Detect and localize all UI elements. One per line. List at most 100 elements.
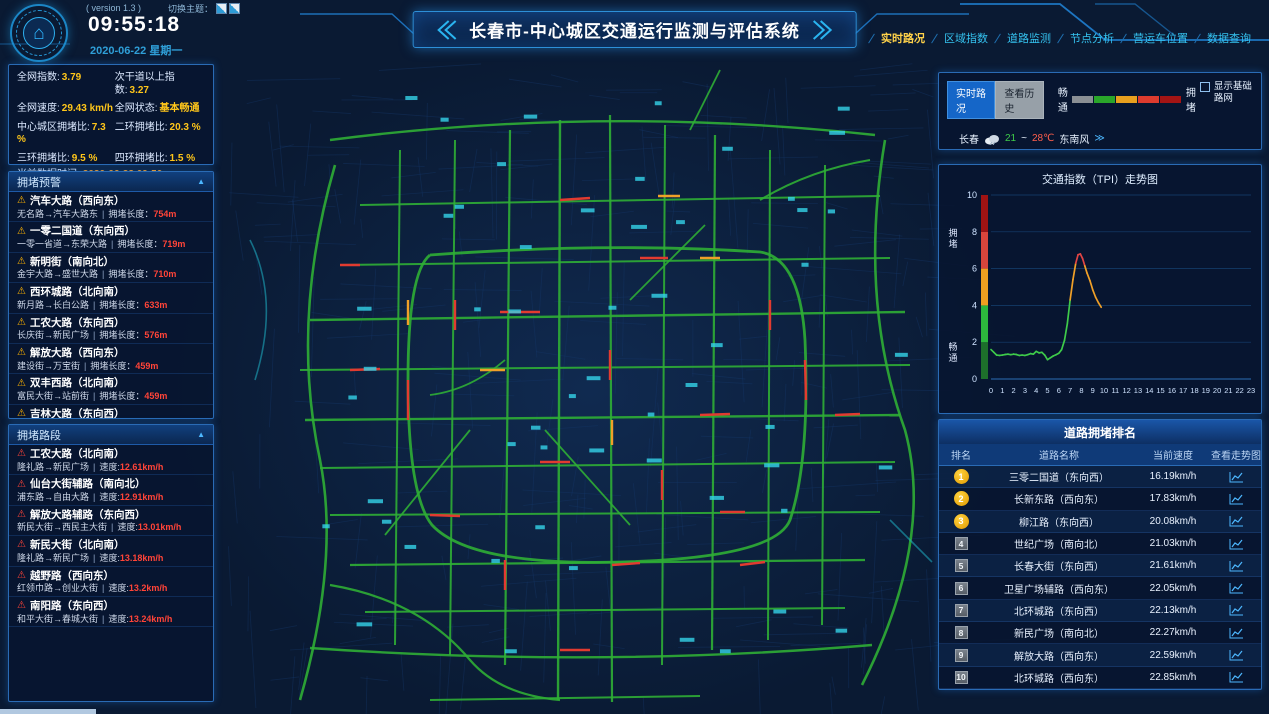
road-name: 解放大路（西向东） [983, 648, 1135, 663]
svg-text:21: 21 [1224, 386, 1232, 395]
separator: | [93, 391, 95, 401]
table-row: 3柳江路（东向西）20.08km/h [939, 511, 1261, 533]
banner-right-chevrons-icon [812, 18, 836, 42]
separator: | [102, 269, 104, 279]
legend-swatch [1116, 96, 1137, 103]
realtime-traffic-button[interactable]: 实时路况 [947, 81, 995, 119]
separator: | [102, 614, 104, 624]
list-item[interactable]: ⚠工农大路（北向南）隆礼路→新民广场|速度:12.61km/h [9, 445, 213, 475]
svg-text:11: 11 [1111, 386, 1119, 395]
road-name: 世纪广场（南向北） [983, 536, 1135, 551]
trend-chart-icon[interactable] [1229, 582, 1244, 594]
list-item[interactable]: ⚠西环城路（北向南）新月路→长白公路|拥堵长度：633m [9, 283, 213, 313]
list-item[interactable]: ⚠解放大路（西向东）建设街→万宝街|拥堵长度：459m [9, 344, 213, 374]
list-item[interactable]: ⚠一零二国道（东向西）一零一省道→东荣大路|拥堵长度：719m [9, 222, 213, 252]
legend-swatch [1072, 96, 1093, 103]
title-banner: 长春市-中心城区交通运行监测与评估系统 [412, 11, 857, 48]
list-item[interactable]: ⚠南阳路（东向西）和平大街→春城大街|速度:13.24km/h [9, 597, 213, 627]
base-network-checkbox[interactable] [1200, 82, 1210, 92]
date-label: 2020-06-22 星期一 [90, 42, 182, 58]
nav-tab-6[interactable]: 数据查询 [1207, 30, 1251, 46]
current-speed: 20.08km/h [1135, 516, 1211, 527]
current-speed: 22.85km/h [1135, 672, 1211, 683]
trend-chart-icon[interactable] [1229, 604, 1244, 616]
svg-text:16: 16 [1168, 386, 1176, 395]
nav-tab-3[interactable]: 道路监测 [1007, 30, 1051, 46]
weather-city: 长春 [959, 131, 979, 146]
collapse-icon[interactable]: ▲ [197, 430, 205, 439]
road-name: 北环城路（东向西） [983, 603, 1135, 618]
svg-text:0: 0 [989, 386, 993, 395]
trend-chart-icon[interactable] [1229, 538, 1244, 550]
list-item[interactable]: ⚠汽车大路（西向东）无名路→汽车大路东|拥堵长度：754m [9, 192, 213, 222]
svg-text:5: 5 [1045, 386, 1049, 395]
table-row: 1三零二国道（东向西）16.19km/h [939, 466, 1261, 488]
weather-more-icon[interactable]: ≫ [1094, 133, 1104, 144]
rank-badge: 9 [955, 649, 968, 662]
theme-swatch-icon[interactable] [230, 4, 239, 13]
list-item[interactable]: ⚠越野路（西向东）红领巾路→创业大街|速度:13.2km/h [9, 567, 213, 597]
svg-text:3: 3 [1023, 386, 1027, 395]
top-header: ⌂ ( version 1.3 ) 切换主题： 09:55:18 2020-06… [0, 0, 1269, 62]
warning-panel-title: 拥堵预警 [17, 174, 61, 190]
nav-tab-5[interactable]: 营运车位置 [1133, 30, 1188, 46]
svg-text:12: 12 [1122, 386, 1130, 395]
nav-separator [1194, 33, 1201, 43]
rank-badge: 4 [955, 537, 968, 550]
table-row: 8新民广场（南向北）22.27km/h [939, 622, 1261, 644]
svg-text:4: 4 [972, 300, 977, 310]
svg-text:0: 0 [972, 374, 977, 384]
stat-item: 三环拥堵比:9.5 % [17, 153, 115, 166]
nav-separator [1057, 33, 1064, 43]
collapse-icon[interactable]: ▲ [197, 177, 205, 186]
current-speed: 22.59km/h [1135, 650, 1211, 661]
warning-icon: ⚠ [17, 227, 26, 237]
svg-text:20: 20 [1213, 386, 1221, 395]
separator: | [93, 300, 95, 310]
trend-chart-icon[interactable] [1229, 515, 1244, 527]
current-speed: 22.27km/h [1135, 627, 1211, 638]
list-item[interactable]: ⚠双丰西路（北向南）富民大街→站前街|拥堵长度：459m [9, 374, 213, 404]
road-name: 长春大街（东向西） [983, 558, 1135, 573]
table-header: 道路名称 [983, 447, 1135, 462]
trend-chart-icon[interactable] [1229, 627, 1244, 639]
congested-segments-panel: 拥堵路段 ▲ ⚠工农大路（北向南）隆礼路→新民广场|速度:12.61km/h⚠仙… [8, 424, 214, 702]
stat-item: 全网速度:29.43 km/h [17, 103, 115, 116]
current-speed: 21.61km/h [1135, 560, 1211, 571]
trend-chart-icon[interactable] [1229, 649, 1244, 661]
rank-badge: 6 [955, 582, 968, 595]
svg-text:9: 9 [1091, 386, 1095, 395]
nav-tab-4[interactable]: 节点分析 [1070, 30, 1114, 46]
view-history-button[interactable]: 查看历史 [995, 81, 1043, 119]
home-logo[interactable]: ⌂ [10, 4, 68, 62]
list-item[interactable]: ⚠新明街（南向北）金宇大路→盛世大路|拥堵长度：710m [9, 253, 213, 283]
horizontal-scrollbar[interactable] [0, 709, 96, 714]
svg-text:17: 17 [1179, 386, 1187, 395]
road-name: 卫星广场辅路（西向东） [983, 581, 1135, 596]
trend-chart-icon[interactable] [1229, 671, 1244, 683]
nav-tab-2[interactable]: 区域指数 [944, 30, 988, 46]
trend-chart-icon[interactable] [1229, 493, 1244, 505]
trend-chart-icon[interactable] [1229, 471, 1244, 483]
list-item[interactable]: ⚠新民大街（北向南）隆礼路→新民广场|速度:13.18km/h [9, 536, 213, 566]
trend-chart-icon[interactable] [1229, 560, 1244, 572]
road-name: 北环城路（西向东） [983, 670, 1135, 685]
list-item[interactable]: ⚠吉林大路（东向西）临河街→亚泰大街|拥堵长度：455m [9, 405, 213, 419]
temp-low: 21 [1005, 133, 1016, 144]
separator: | [111, 522, 113, 532]
banner-left-chevrons-icon [433, 18, 457, 42]
nav-separator [868, 33, 875, 43]
list-item[interactable]: ⚠解放大路辅路（东向西）新民大街→西民主大街|速度:13.01km/h [9, 506, 213, 536]
nav-tab-1[interactable]: 实时路况 [881, 30, 925, 46]
table-row: 10北环城路（西向东）22.85km/h [939, 667, 1261, 689]
main-nav: 实时路况 区域指数 道路监测 节点分析 营运车位置 数据查询 [862, 30, 1251, 46]
separator: | [93, 492, 95, 502]
warning-icon: ⚠ [17, 601, 26, 611]
warning-icon: ⚠ [17, 480, 26, 490]
theme-swatch-icon[interactable] [217, 4, 226, 13]
svg-text:堵: 堵 [948, 238, 957, 249]
list-item[interactable]: ⚠仙台大街辅路（南向北）浦东路→自由大路|速度:12.91km/h [9, 475, 213, 505]
list-item[interactable]: ⚠工农大路（东向西）长庆街→新民广场|拥堵长度：576m [9, 314, 213, 344]
legend-smooth-label: 畅通 [1058, 84, 1068, 114]
segments-panel-title: 拥堵路段 [17, 427, 61, 443]
